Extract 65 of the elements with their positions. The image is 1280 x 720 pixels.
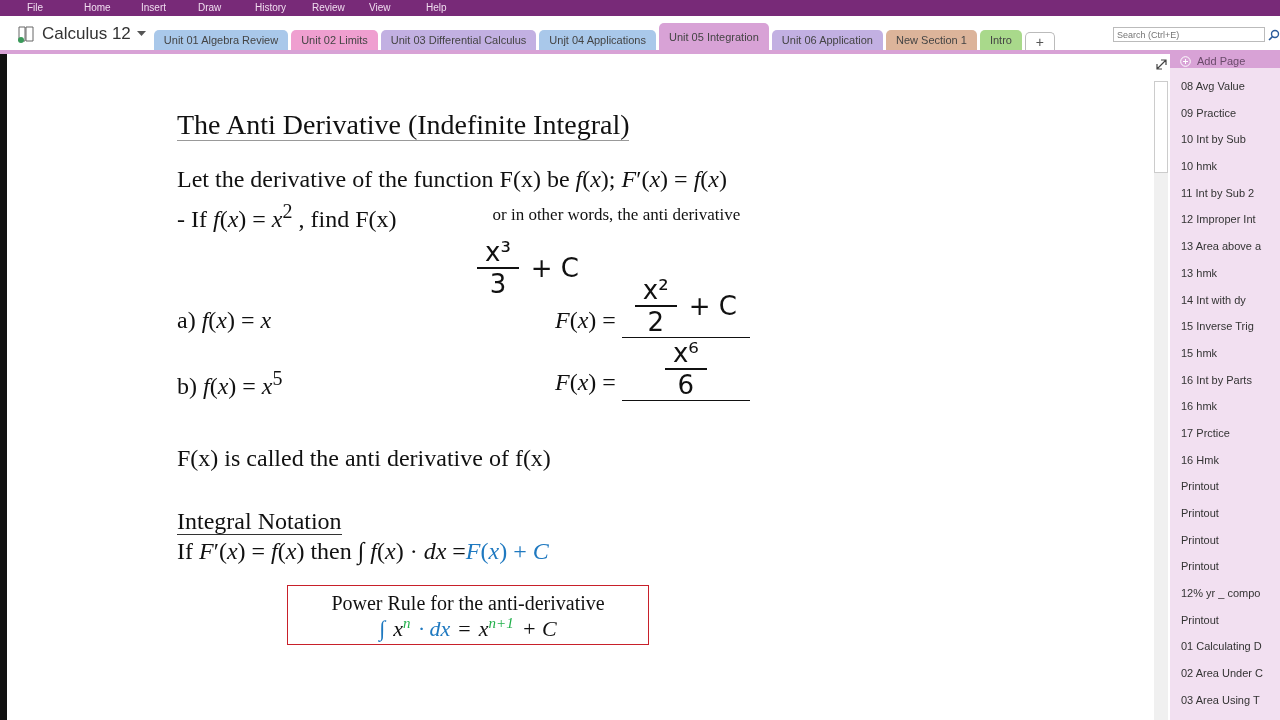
- scrollbar[interactable]: [1154, 81, 1168, 720]
- problem-text: a) f(x) = x: [177, 305, 273, 335]
- search-field[interactable]: Search (Ctrl+E): [1113, 27, 1265, 42]
- expand-icon[interactable]: [1154, 58, 1168, 71]
- section-tab[interactable]: Intro: [979, 30, 1022, 50]
- section-heading: Integral Notation: [177, 508, 342, 535]
- notebook-selector[interactable]: Calculus 12: [16, 24, 154, 50]
- page-item[interactable]: 15 hmk: [1181, 346, 1280, 374]
- notebook-icon: [16, 24, 36, 44]
- rule-title: Power Rule for the anti-derivative: [331, 592, 605, 615]
- page-item[interactable]: 10 hmk: [1181, 160, 1280, 187]
- page-item[interactable]: 13 hmk: [1181, 266, 1280, 294]
- menu-item[interactable]: History: [255, 2, 312, 14]
- page-item[interactable]: 12 Improper Int: [1181, 213, 1280, 241]
- page-title: The Anti Derivative (Indefinite Integral): [177, 110, 630, 141]
- power-rule-formula: ∫ x$^{n}$ · dx = x$^{n+1}$ + C: [379, 615, 557, 643]
- question-text: - If f(x) = x$^{2}$ , find F(x): [177, 199, 397, 234]
- page-item[interactable]: 09 Practice: [1181, 106, 1280, 134]
- page-item[interactable]: 16 Int by Parts: [1181, 373, 1280, 401]
- menu-item[interactable]: Review: [312, 2, 369, 14]
- add-section-button[interactable]: +: [1024, 32, 1055, 50]
- section-tab[interactable]: Unit 02 Limits: [291, 30, 378, 50]
- page-item[interactable]: 14 Int with dy: [1181, 293, 1280, 321]
- section-tab[interactable]: Unit 05 Integration: [658, 23, 769, 50]
- section-tab[interactable]: New Section 1: [886, 30, 977, 50]
- page-item[interactable]: 12% yr _ compo: [1181, 587, 1280, 614]
- answer-label: F(x) =: [555, 305, 616, 335]
- problem-text: b) f(x) = x$^{5}$: [177, 366, 284, 401]
- page-item[interactable]: Printout: [1181, 560, 1280, 588]
- page-item[interactable]: 02 Area Under C: [1181, 667, 1280, 694]
- section-tab[interactable]: Unit 06 Application: [771, 30, 883, 50]
- page-item[interactable]: Printout: [1181, 507, 1280, 534]
- note-text: or in other words, the anti derivative: [492, 205, 741, 225]
- page-item[interactable]: 16 Hmk: [1181, 453, 1280, 481]
- section-tab[interactable]: Unit 01 Algebra Review: [153, 30, 289, 50]
- menu-item[interactable]: File: [27, 2, 84, 14]
- definition-text: Let the derivative of the function F(x) be f(x); F′(x) = f(x): [177, 165, 728, 194]
- page-item[interactable]: Printout: [1181, 613, 1280, 641]
- add-page-button[interactable]: Add Page: [1170, 54, 1280, 68]
- page-item[interactable]: 11 Int by Sub 2: [1181, 186, 1280, 214]
- menu-item[interactable]: Help: [426, 2, 483, 14]
- answer-label: F(x) =: [555, 368, 616, 397]
- handwritten-answer: x⁶ 6: [664, 337, 707, 400]
- menu-item[interactable]: Home: [84, 2, 141, 14]
- menu-item[interactable]: Insert: [141, 2, 198, 14]
- page-item[interactable]: 13 Area above a: [1181, 240, 1280, 267]
- page-item[interactable]: 10 Int by Sub: [1181, 133, 1280, 161]
- notation-result: F(x) + C: [465, 537, 549, 565]
- page-item[interactable]: Printout: [1181, 533, 1280, 561]
- page-item[interactable]: Printout: [1181, 480, 1280, 507]
- page-item[interactable]: 16 hmk: [1181, 400, 1280, 427]
- statement-text: F(x) is called the anti derivative of f(x): [177, 444, 552, 473]
- page-item[interactable]: 01 Calculating D: [1181, 640, 1280, 668]
- page-item[interactable]: 17 Prctice: [1181, 426, 1280, 454]
- section-tab[interactable]: Unjt 04 Applications: [539, 30, 656, 50]
- page-item[interactable]: 08 Avg Value: [1181, 80, 1280, 107]
- page-item[interactable]: 03 Area Using T: [1181, 693, 1280, 720]
- menu-item[interactable]: Draw: [198, 2, 255, 14]
- notation-text: If F′(x) = f(x) then ∫ f(x) · dx =: [177, 537, 466, 567]
- menu-item[interactable]: View: [369, 2, 426, 14]
- search-icon: [1268, 28, 1280, 41]
- section-tab[interactable]: Unit 03 Differential Calculus: [380, 30, 537, 50]
- page-item[interactable]: 15 Inverse Trig: [1181, 320, 1280, 347]
- plus-circle-icon: [1180, 55, 1191, 67]
- caret-icon: [136, 31, 146, 37]
